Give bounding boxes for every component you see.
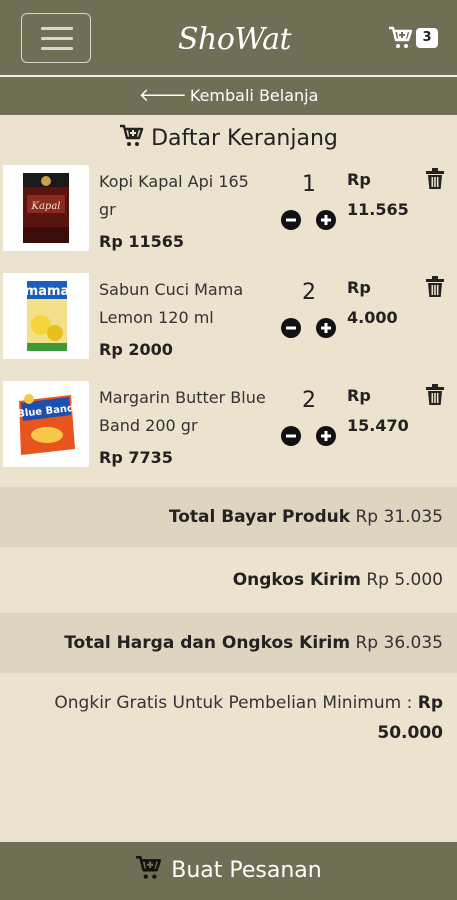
- subtotal-value: 15.470: [347, 416, 409, 435]
- free-shipping-note: Ongkir Gratis Untuk Pembelian Minimum : …: [20, 688, 443, 748]
- total-products-label: Total Bayar Produk: [168, 507, 351, 527]
- free-shipping-amount: 50.000: [377, 723, 443, 743]
- svg-text:Kapal: Kapal: [31, 201, 61, 212]
- place-order-label: Buat Pesanan: [171, 858, 322, 883]
- grand-total-row: Total Harga dan Ongkos Kirim Rp 36.035: [0, 613, 457, 673]
- subtotal-value: 4.000: [347, 308, 398, 327]
- trash-icon[interactable]: [425, 384, 445, 406]
- product-price: Rp 2000: [99, 340, 173, 359]
- subtotal-currency: Rp: [347, 278, 371, 297]
- grand-total-label: Total Harga dan Ongkos Kirim: [64, 633, 351, 653]
- page-title-text: Daftar Keranjang: [151, 126, 338, 151]
- trash-icon[interactable]: [425, 168, 445, 190]
- quantity-value: 2: [302, 388, 316, 413]
- menu-bar-line: [41, 37, 73, 40]
- increase-quantity-icon[interactable]: [316, 318, 336, 338]
- page-title: Daftar Keranjang: [0, 120, 457, 158]
- cart-count-badge: 3: [416, 28, 438, 48]
- cart-item: Blue Band Margarin Butter Blue Band 200 …: [0, 378, 457, 482]
- decrease-quantity-icon[interactable]: [281, 426, 301, 446]
- back-link-label: Kembali Belanja: [189, 86, 319, 105]
- total-products-row: Total Bayar Produk Rp 31.035: [0, 487, 457, 547]
- shipping-cost-label: Ongkos Kirim: [232, 570, 361, 590]
- back-to-shopping-link[interactable]: 🡐 Kembali Belanja: [0, 77, 457, 115]
- menu-bar-line: [41, 27, 73, 30]
- product-name: Margarin Butter Blue Band 200 gr: [99, 388, 266, 435]
- grand-total-value: Rp 36.035: [355, 633, 444, 653]
- product-price: Rp 11565: [99, 232, 185, 251]
- quantity-value: 2: [302, 280, 316, 305]
- cart-plus-icon: [389, 26, 413, 48]
- top-navbar: ShoWat 3: [0, 0, 457, 75]
- shipping-cost-value: Rp 5.000: [366, 570, 443, 590]
- cart-item: Kapal Kopi Kapal Api 165 gr Rp 11565 1 R…: [0, 162, 457, 266]
- product-name: Kopi Kapal Api 165 gr: [99, 172, 249, 219]
- product-price: Rp 7735: [99, 448, 173, 467]
- app-logo[interactable]: ShoWat: [178, 20, 292, 60]
- shipping-cost-row: Ongkos Kirim Rp 5.000: [0, 547, 457, 613]
- product-image-mama-lemon: mama: [3, 273, 89, 359]
- menu-bar-line: [41, 47, 73, 50]
- cart-plus-icon: [120, 124, 144, 146]
- quantity-value: 1: [302, 172, 316, 197]
- total-products-value: Rp 31.035: [355, 507, 444, 527]
- cart-button[interactable]: 3: [388, 26, 440, 52]
- svg-text:mama: mama: [25, 284, 70, 299]
- subtotal-value: 11.565: [347, 200, 409, 219]
- product-image-blue-band: Blue Band: [3, 381, 89, 467]
- product-image-kopi-kapal-api: Kapal: [3, 165, 89, 251]
- subtotal-currency: Rp: [347, 386, 371, 405]
- product-name: Sabun Cuci Mama Lemon 120 ml: [99, 280, 244, 327]
- free-shipping-currency: Rp: [417, 693, 443, 713]
- place-order-button[interactable]: Buat Pesanan: [0, 842, 457, 900]
- free-shipping-text: Ongkir Gratis Untuk Pembelian Minimum :: [54, 693, 413, 713]
- increase-quantity-icon[interactable]: [316, 210, 336, 230]
- increase-quantity-icon[interactable]: [316, 426, 336, 446]
- cart-item: mama Sabun Cuci Mama Lemon 120 ml Rp 200…: [0, 270, 457, 374]
- arrow-left-icon: 🡐: [138, 85, 187, 106]
- decrease-quantity-icon[interactable]: [281, 318, 301, 338]
- trash-icon[interactable]: [425, 276, 445, 298]
- cart-plus-icon: [136, 855, 162, 879]
- decrease-quantity-icon[interactable]: [281, 210, 301, 230]
- menu-toggle-button[interactable]: [21, 13, 91, 63]
- subtotal-currency: Rp: [347, 170, 371, 189]
